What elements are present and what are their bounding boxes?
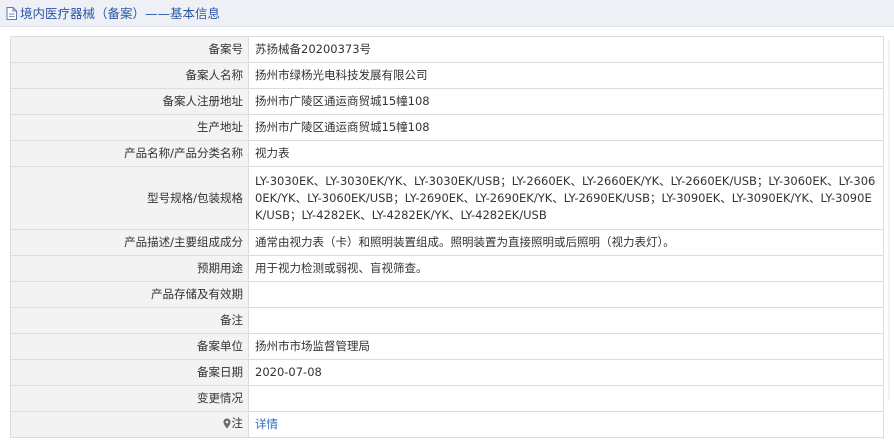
detail-table: 备案号 苏扬械备20200373号 备案人名称 扬州市绿杨光电科技发展有限公司 … xyxy=(10,36,884,438)
table-row: 预期用途 用于视力检测或弱视、盲视筛查。 xyxy=(10,255,884,282)
row-value-product-name: 视力表 xyxy=(248,140,884,167)
table-row: 备案号 苏扬械备20200373号 xyxy=(10,36,884,63)
details-link[interactable]: 详情 xyxy=(255,417,278,431)
row-value-filing-date: 2020-07-08 xyxy=(248,359,884,386)
row-label-filing-authority: 备案单位 xyxy=(10,333,249,360)
row-label-model-spec: 型号规格/包装规格 xyxy=(10,166,249,230)
row-value-storage-validity xyxy=(248,281,884,308)
table-row: 生产地址 扬州市广陵区通运商贸城15幢108 xyxy=(10,114,884,141)
row-label-filer-address: 备案人注册地址 xyxy=(10,88,249,115)
table-row: 变更情况 xyxy=(10,385,884,412)
row-value-filer-name: 扬州市绿杨光电科技发展有限公司 xyxy=(248,62,884,89)
row-value-intended-use: 用于视力检测或弱视、盲视筛查。 xyxy=(248,255,884,282)
row-value-production-address: 扬州市广陵区通运商贸城15幢108 xyxy=(248,114,884,141)
row-label-intended-use: 预期用途 xyxy=(10,255,249,282)
location-pin-icon xyxy=(223,418,230,429)
table-row: 型号规格/包装规格 LY-3030EK、LY-3030EK/YK、LY-3030… xyxy=(10,166,884,230)
row-value-filer-address: 扬州市广陵区通运商贸城15幢108 xyxy=(248,88,884,115)
table-row: 备注 xyxy=(10,307,884,334)
row-value-filing-number: 苏扬械备20200373号 xyxy=(248,36,884,63)
row-label-product-name: 产品名称/产品分类名称 xyxy=(10,140,249,167)
table-row: 备案日期 2020-07-08 xyxy=(10,359,884,386)
row-label-product-description: 产品描述/主要组成成分 xyxy=(10,229,249,256)
document-icon xyxy=(6,6,17,20)
table-row: 备案单位 扬州市市场监督管理局 xyxy=(10,333,884,360)
row-label-note: 注 xyxy=(10,411,249,438)
table-row: 产品存储及有效期 xyxy=(10,281,884,308)
page-header: 境内医疗器械（备案）——基本信息 xyxy=(0,0,894,27)
page-title: 境内医疗器械（备案）——基本信息 xyxy=(20,5,221,21)
row-label-remarks: 备注 xyxy=(10,307,249,334)
row-value-remarks xyxy=(248,307,884,334)
row-label-storage-validity: 产品存储及有效期 xyxy=(10,281,249,308)
table-row: 产品描述/主要组成成分 通常由视力表（卡）和照明装置组成。照明装置为直接照明或后… xyxy=(10,229,884,256)
row-label-change-status: 变更情况 xyxy=(10,385,249,412)
row-value-note: 详情 xyxy=(248,411,884,438)
scrollbar-track[interactable] xyxy=(884,40,894,400)
table-row: 注 详情 xyxy=(10,411,884,438)
table-row: 备案人名称 扬州市绿杨光电科技发展有限公司 xyxy=(10,62,884,89)
row-value-model-spec: LY-3030EK、LY-3030EK/YK、LY-3030EK/USB；LY-… xyxy=(248,166,884,230)
note-label-text: 注 xyxy=(231,416,244,430)
row-label-filing-date: 备案日期 xyxy=(10,359,249,386)
table-row: 备案人注册地址 扬州市广陵区通运商贸城15幢108 xyxy=(10,88,884,115)
row-value-change-status xyxy=(248,385,884,412)
row-label-filer-name: 备案人名称 xyxy=(10,62,249,89)
row-label-production-address: 生产地址 xyxy=(10,114,249,141)
row-value-filing-authority: 扬州市市场监督管理局 xyxy=(248,333,884,360)
row-label-filing-number: 备案号 xyxy=(10,36,249,63)
table-row: 产品名称/产品分类名称 视力表 xyxy=(10,140,884,167)
row-value-product-description: 通常由视力表（卡）和照明装置组成。照明装置为直接照明或后照明（视力表灯）。 xyxy=(248,229,884,256)
